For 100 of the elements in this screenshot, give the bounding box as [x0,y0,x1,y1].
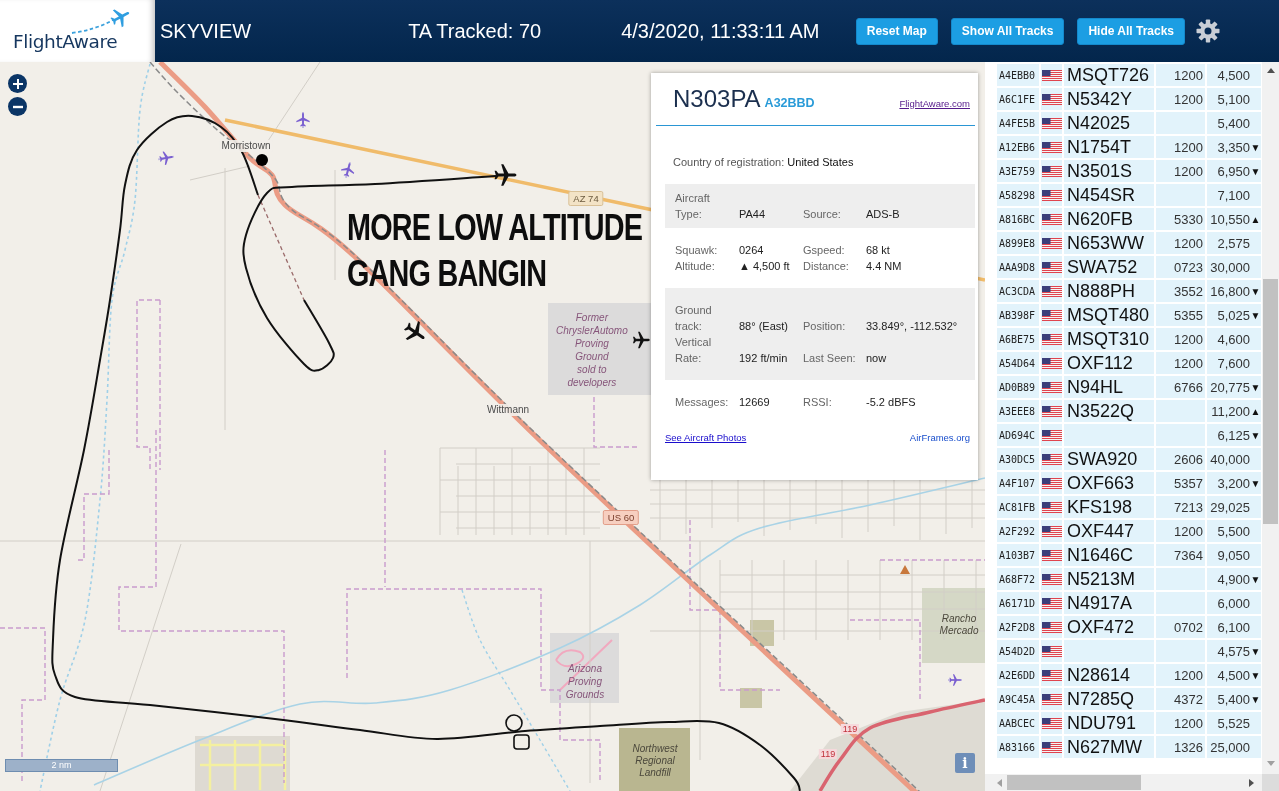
flag-icon [1041,405,1062,417]
table-cell: A4FE5B [997,112,1039,134]
field-value: 192 ft/min [739,351,788,366]
table-cell: A899E8 [997,232,1039,254]
flag-icon [1041,645,1062,657]
field-value: 0264 [739,243,764,258]
flag-icon [1041,381,1062,393]
altitude-text: 25,000 [1210,739,1250,755]
table-cell: 3552 [1156,280,1205,302]
field-label: Ground track: [675,303,713,334]
date-time-text: 4/3/2020, 11:33:11 AM [621,19,820,43]
trend-arrow: ▼ [1250,669,1261,681]
field-value: now [866,351,887,366]
altitude-text: 4,500 [1217,667,1250,683]
trend-arrow: ▼ [1250,477,1261,489]
table-cell: MSQT726 [1064,64,1154,86]
table-cell: N3501S [1064,160,1154,182]
aircraft-photos-link[interactable]: See Aircraft Photos [665,432,747,444]
table-cell: N454SR [1064,184,1154,206]
flag-icon [1041,525,1062,537]
trend-arrow: ▼ [1250,429,1261,441]
table-cell: 1200 [1156,712,1205,734]
field-area [740,688,762,708]
trend-arrow: ▲ [1250,405,1261,417]
altitude-text: 11,200 [1211,403,1250,419]
table-cell: AB398F [997,304,1039,326]
aircraft-callsign: N303PA [673,85,761,113]
trend-arrow: ▼ [1250,141,1261,153]
table-cell: A816BC [997,208,1039,230]
country-text: Country of registration: United States [673,155,855,170]
table-cell [1156,400,1205,422]
area-label: Rancho Mercado [939,613,979,637]
altitude-text: 5,025 [1217,307,1250,323]
airplane-icon[interactable] [631,330,651,350]
table-cell [1156,424,1205,446]
table-cell: 1326 [1156,736,1205,758]
info-button[interactable]: i [955,753,975,773]
altitude-text: 16,800 [1210,283,1250,299]
flag-icon [1041,141,1062,153]
table-cell: N42025 [1064,112,1154,134]
flag-icon [1041,453,1062,465]
caret-right-icon[interactable] [1249,778,1254,787]
table-cell: A30DC5 [997,448,1039,470]
flag-icon [1041,333,1062,345]
flightaware-link[interactable]: FlightAware.com [899,96,970,112]
flag-icon [1041,309,1062,321]
scrollbar-thumb[interactable] [1263,279,1278,524]
altitude-text: 5,525 [1217,715,1250,731]
vertical-scrollbar[interactable] [1262,62,1279,774]
horizontal-scrollbar[interactable] [985,774,1262,791]
scale-bar: 2 nm [5,759,118,772]
field-value: 68 kt [866,243,890,258]
route-label: 119 [818,749,838,759]
table-cell [1156,568,1205,590]
field-label: Aircraft Type: [675,191,711,222]
table-cell: 4372 [1156,688,1205,710]
altitude-text: 20,775 [1210,379,1250,395]
table-cell: MSQT310 [1064,328,1154,350]
plus-icon [12,78,23,89]
table-cell: 1200 [1156,328,1205,350]
area-label: Arizona Proving Grounds [565,662,605,701]
table-cell: OXF112 [1064,352,1154,374]
table-cell: N7285Q [1064,688,1154,710]
trend-arrow: ▼ [1250,309,1261,321]
route-label: 119 [840,724,860,734]
table-cell: 2606 [1156,448,1205,470]
table-cell: A54D64 [997,352,1039,374]
place-label: Wittmann [484,404,532,416]
airplane-icon[interactable] [492,162,518,188]
area-label: Former ChryslerAutomo Proving Ground sold to developers [556,311,628,389]
table-cell: AC3CDA [997,280,1039,302]
caret-up-icon[interactable] [1266,68,1275,73]
flag-icon [1041,165,1062,177]
altitude-text: 7,100 [1217,187,1250,203]
minus-icon [12,104,23,109]
field-label: Vertical Rate: [675,335,713,366]
trend-arrow: ▲ [1250,213,1261,225]
table-cell: 1200 [1156,88,1205,110]
flag-icon [1041,429,1062,441]
settings-icon[interactable] [1196,19,1220,43]
table-cell: SWA920 [1064,448,1154,470]
toolbar-button[interactable]: Hide All Tracks [1077,17,1185,45]
toolbar-button[interactable]: Reset Map [855,17,938,45]
field-value: -5.2 dBFS [866,395,916,410]
table-cell: 0702 [1156,616,1205,638]
toolbar-button[interactable]: Show All Tracks [950,17,1065,45]
field-label: Distance: [803,259,849,274]
altitude-text: 5,400 [1217,691,1250,707]
table-cell: 0723 [1156,256,1205,278]
table-cell: 1200 [1156,160,1205,182]
proving-ground-area [550,633,619,703]
table-cell: SWA752 [1064,256,1154,278]
field-value: 88° (East) [739,319,789,334]
altitude-text: 6,100 [1217,619,1250,635]
scrollbar-thumb[interactable] [1007,775,1141,790]
airframes-link[interactable]: AirFrames.org [909,432,970,444]
table-cell: A6171D [997,592,1039,614]
flag-icon [1041,549,1062,561]
table-cell: AD694C [997,424,1039,446]
field-value: 12669 [739,395,770,410]
